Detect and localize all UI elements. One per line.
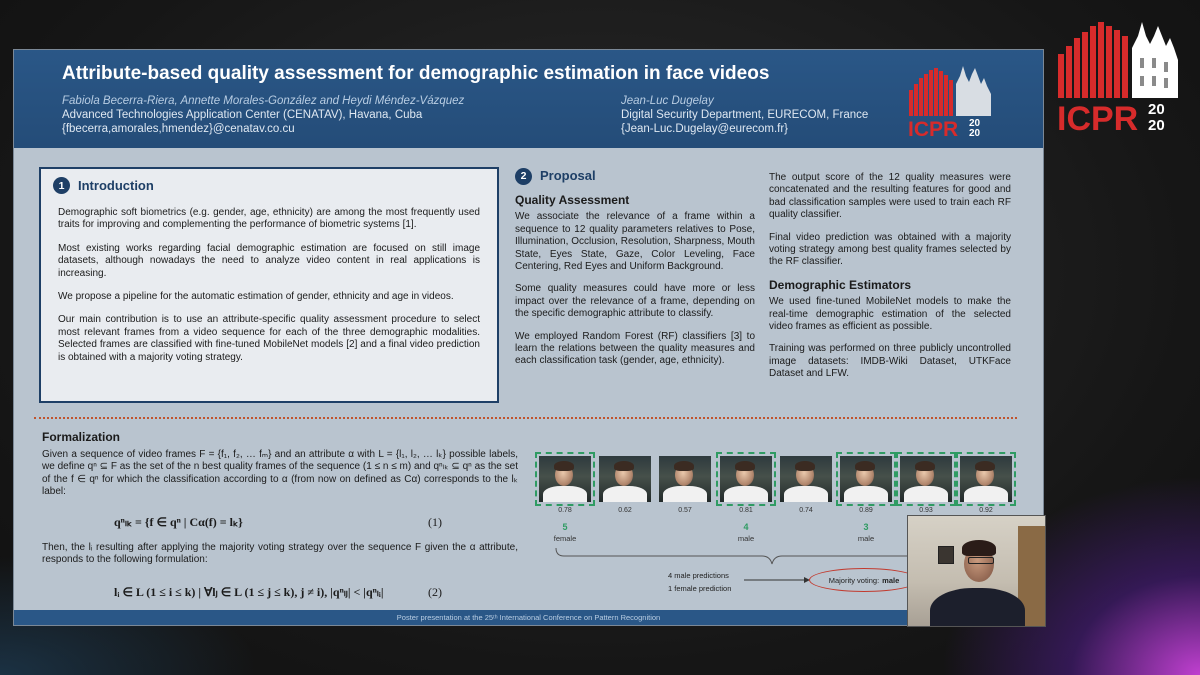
female-predictions-text: 1 female prediction [668, 584, 732, 593]
introduction-heading: 1 Introduction [53, 177, 154, 194]
intro-paragraph: We propose a pipeline for the automatic … [58, 291, 454, 303]
frame-quality-score: 0.93 [919, 507, 933, 514]
author-names-right: Jean-Luc Dugelay [621, 95, 714, 107]
video-frame-thumbnail [599, 456, 651, 502]
poster-footer: Poster presentation at the 25ᵗʰ Internat… [14, 610, 1043, 625]
frame-quality-score: 0.62 [618, 507, 632, 514]
proposal-paragraph: Final video prediction was obtained with… [769, 231, 1011, 268]
poster-header: Attribute-based quality assessment for d… [14, 50, 1043, 148]
proposal-paragraph: Training was performed on three publicly… [769, 343, 1011, 380]
frame-quality-score: 0.78 [558, 507, 572, 514]
quality-assessment-heading: Quality Assessment [515, 193, 630, 207]
formalization-text-1: Given a sequence of video frames F = {f₁… [42, 449, 518, 498]
proposal-paragraph: We used fine-tuned MobileNet models to m… [769, 296, 1011, 333]
group-count: 5 [562, 522, 568, 532]
frame-quality-score: 0.74 [799, 507, 813, 514]
section-number-1: 1 [53, 177, 70, 194]
intro-paragraph: Our main contribution is to use an attri… [58, 314, 480, 363]
proposal-title: Proposal [540, 168, 596, 184]
male-predictions-text: 4 male predictions [668, 571, 729, 580]
section-number-2: 2 [515, 168, 532, 185]
logo-icpr-text: ICPR [1057, 100, 1138, 134]
introduction-text: Demographic soft biometrics (e.g. gender… [58, 207, 480, 375]
small-logo-icpr-text: ICPR [908, 118, 958, 138]
proposal-paragraph: We employed Random Forest (RF) classifie… [515, 330, 755, 367]
group-label: female [553, 534, 577, 543]
proposal-paragraph: Some quality measures could have more or… [515, 283, 755, 320]
introduction-title: Introduction [78, 178, 154, 193]
video-frame-thumbnail [659, 456, 711, 502]
logo-year-b: 20 [1148, 117, 1165, 134]
proposal-section: 2 Proposal Quality Assessment We associa… [515, 168, 755, 378]
formalization-heading: Formalization [42, 430, 121, 444]
video-frame-thumbnail [780, 456, 832, 502]
group-label: male [857, 534, 875, 543]
email-left: {fbecerra,amorales,hmendez}@cenatav.co.c… [62, 123, 295, 135]
proposal-paragraph: We associate the relevance of a frame wi… [515, 211, 755, 273]
poster-title: Attribute-based quality assessment for d… [62, 63, 770, 84]
formalization-text-2: Then, the lᵢ resulting after applying th… [42, 542, 518, 566]
presenter-glasses [968, 557, 994, 564]
authors-left: Fabiola Becerra-Riera, Annette Morales-G… [62, 94, 464, 136]
proposal-column-3: The output score of the 12 quality measu… [769, 172, 1011, 391]
proposal-heading: 2 Proposal [515, 168, 755, 185]
small-logo-year-b: 20 [969, 128, 981, 138]
presenter-body [930, 588, 1025, 626]
proposal-paragraph: The output score of the 12 quality measu… [769, 172, 1011, 221]
presenter-hair [962, 540, 996, 556]
section-divider [34, 417, 1017, 419]
equation-1-number: (1) [428, 515, 442, 529]
email-right: {Jean-Luc.Dugelay@eurecom.fr} [621, 123, 789, 135]
icpr-logo-large: ICPR 20 20 [1057, 22, 1178, 134]
video-frame-thumbnail [896, 452, 956, 506]
group-label: male [737, 534, 755, 543]
video-frame-thumbnail [956, 452, 1016, 506]
wall-picture [938, 546, 954, 564]
video-frame-thumbnail [716, 452, 776, 506]
equation-2-number: (2) [428, 585, 442, 599]
logo-year-a: 20 [1148, 101, 1165, 118]
majority-voting-result: Majority voting: male [809, 568, 919, 592]
video-frame-thumbnail [535, 452, 595, 506]
vote-label: Majority voting: [828, 575, 880, 585]
icpr-logo-small: ICPR 20 20 [908, 66, 991, 138]
group-count: 4 [743, 522, 749, 532]
equation-2: lᵢ ∈ L (1 ≤ i ≤ k) | ∀lⱼ ∈ L (1 ≤ j ≤ k)… [114, 585, 384, 599]
video-frame-thumbnail [836, 452, 896, 506]
vote-result: male [882, 575, 900, 585]
demographic-estimators-heading: Demographic Estimators [769, 277, 912, 292]
introduction-section: 1 Introduction Demographic soft biometri… [39, 167, 499, 403]
group-count: 3 [863, 522, 869, 532]
frame-quality-score: 0.57 [678, 507, 692, 514]
authors-right: Jean-Luc Dugelay Digital Security Depart… [621, 94, 868, 136]
presenter-webcam [907, 515, 1046, 627]
author-names-left: Fabiola Becerra-Riera, Annette Morales-G… [62, 95, 465, 107]
equation-1: qⁿₗₖ = {f ∈ qⁿ | Cα(f) = lₖ} [114, 515, 243, 529]
frame-quality-score: 0.92 [979, 507, 993, 514]
poster: Attribute-based quality assessment for d… [13, 49, 1044, 626]
intro-paragraph: Demographic soft biometrics (e.g. gender… [58, 207, 480, 231]
intro-paragraph: Most existing works regarding facial dem… [58, 242, 480, 279]
affiliation-left: Advanced Technologies Application Center… [62, 109, 423, 121]
frame-quality-score: 0.89 [859, 507, 873, 514]
affiliation-right: Digital Security Department, EURECOM, Fr… [621, 109, 869, 121]
frame-quality-score: 0.81 [739, 507, 753, 514]
